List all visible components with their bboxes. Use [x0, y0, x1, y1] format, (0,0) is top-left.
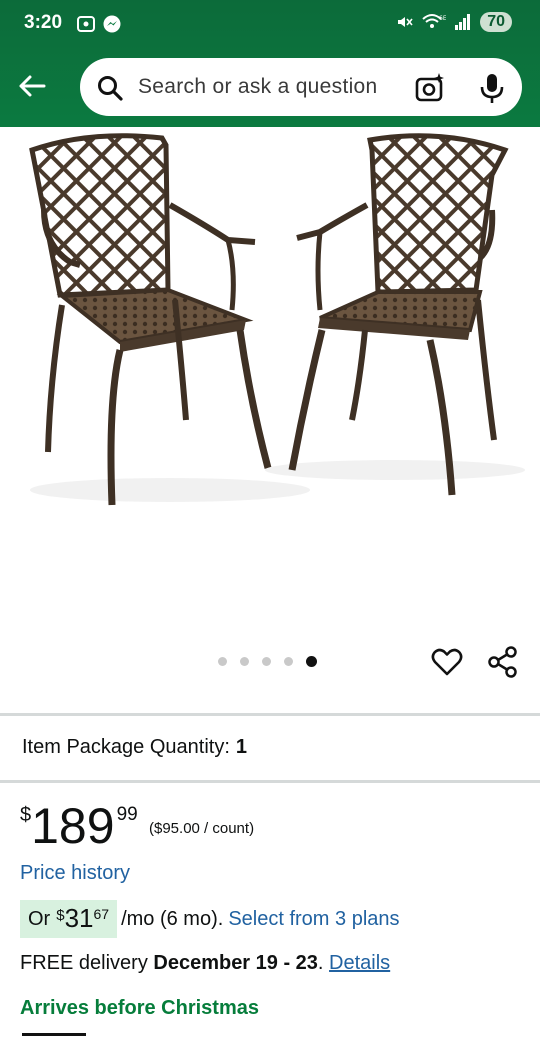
installment-fraction: 67: [93, 906, 110, 922]
carousel-dot[interactable]: [218, 657, 227, 666]
search-icon: [98, 76, 123, 101]
section-divider: [0, 780, 540, 783]
delivery-info: FREE delivery December 19 - 23. Details: [20, 952, 390, 975]
carousel-dot-active[interactable]: [306, 656, 317, 667]
image-carousel-indicator: [218, 656, 317, 667]
installment-offer: Or $ 31 67 /mo (6 mo). Select from 3 pla…: [20, 900, 400, 938]
back-arrow-icon: [19, 75, 46, 97]
delivery-details-link[interactable]: Details: [329, 952, 390, 974]
price-fraction: 99: [116, 804, 138, 825]
messenger-icon: [103, 15, 121, 33]
installment-term: /mo (6 mo).: [121, 907, 224, 930]
add-to-list-button[interactable]: [430, 645, 464, 679]
installment-badge: Or $ 31 67: [20, 900, 118, 938]
left-chair: [29, 133, 310, 506]
product-image[interactable]: [0, 127, 540, 627]
quantity-value: 1: [235, 736, 248, 758]
carousel-dot[interactable]: [262, 657, 271, 666]
arrives-before-christmas: Arrives before Christmas: [20, 997, 259, 1019]
installment-whole: 31: [64, 903, 94, 933]
carousel-dot[interactable]: [284, 657, 293, 666]
price: $ 189 99: [20, 798, 138, 854]
status-bar: 3:20 6E 70: [0, 0, 540, 50]
status-right-icons: 6E 70: [396, 12, 512, 32]
wifi-6e-icon: 6E: [422, 14, 446, 28]
price-history-link[interactable]: Price history: [20, 862, 130, 885]
mute-icon: [398, 17, 413, 27]
share-button[interactable]: [486, 645, 520, 679]
installment-or: Or: [28, 908, 51, 930]
delivery-date: December 19 - 23: [153, 952, 318, 974]
mic-icon[interactable]: [478, 72, 506, 104]
select-plans-link[interactable]: Select from 3 plans: [228, 908, 399, 931]
back-button[interactable]: [14, 68, 50, 104]
battery-level: 70: [480, 12, 512, 32]
unit-price: ($95.00 / count): [149, 820, 255, 837]
screenshot-icon: [77, 16, 95, 32]
app-header: 3:20 6E 70 Search or ask a question: [0, 0, 540, 127]
right-chair: [265, 133, 525, 496]
price-whole: 189: [31, 798, 115, 854]
heart-icon: [431, 648, 463, 676]
share-icon: [488, 646, 517, 678]
search-input[interactable]: Search or ask a question: [138, 75, 378, 99]
search-bar[interactable]: Search or ask a question: [80, 58, 522, 116]
tab-indicator: [22, 1033, 86, 1036]
price-symbol: $: [20, 804, 32, 826]
delivery-period: .: [317, 952, 324, 974]
signal-icon: [455, 14, 471, 30]
camera-icon[interactable]: [414, 72, 446, 104]
delivery-prefix: FREE delivery: [20, 952, 148, 974]
status-left-icons: [76, 14, 122, 34]
installment-symbol: $: [56, 907, 65, 924]
section-divider: [0, 713, 540, 716]
carousel-dot[interactable]: [240, 657, 249, 666]
item-package-quantity[interactable]: Item Package Quantity: 1: [22, 736, 247, 759]
quantity-label: Item Package Quantity:: [22, 736, 230, 758]
status-time: 3:20: [24, 12, 63, 33]
svg-text:6E: 6E: [439, 15, 446, 22]
